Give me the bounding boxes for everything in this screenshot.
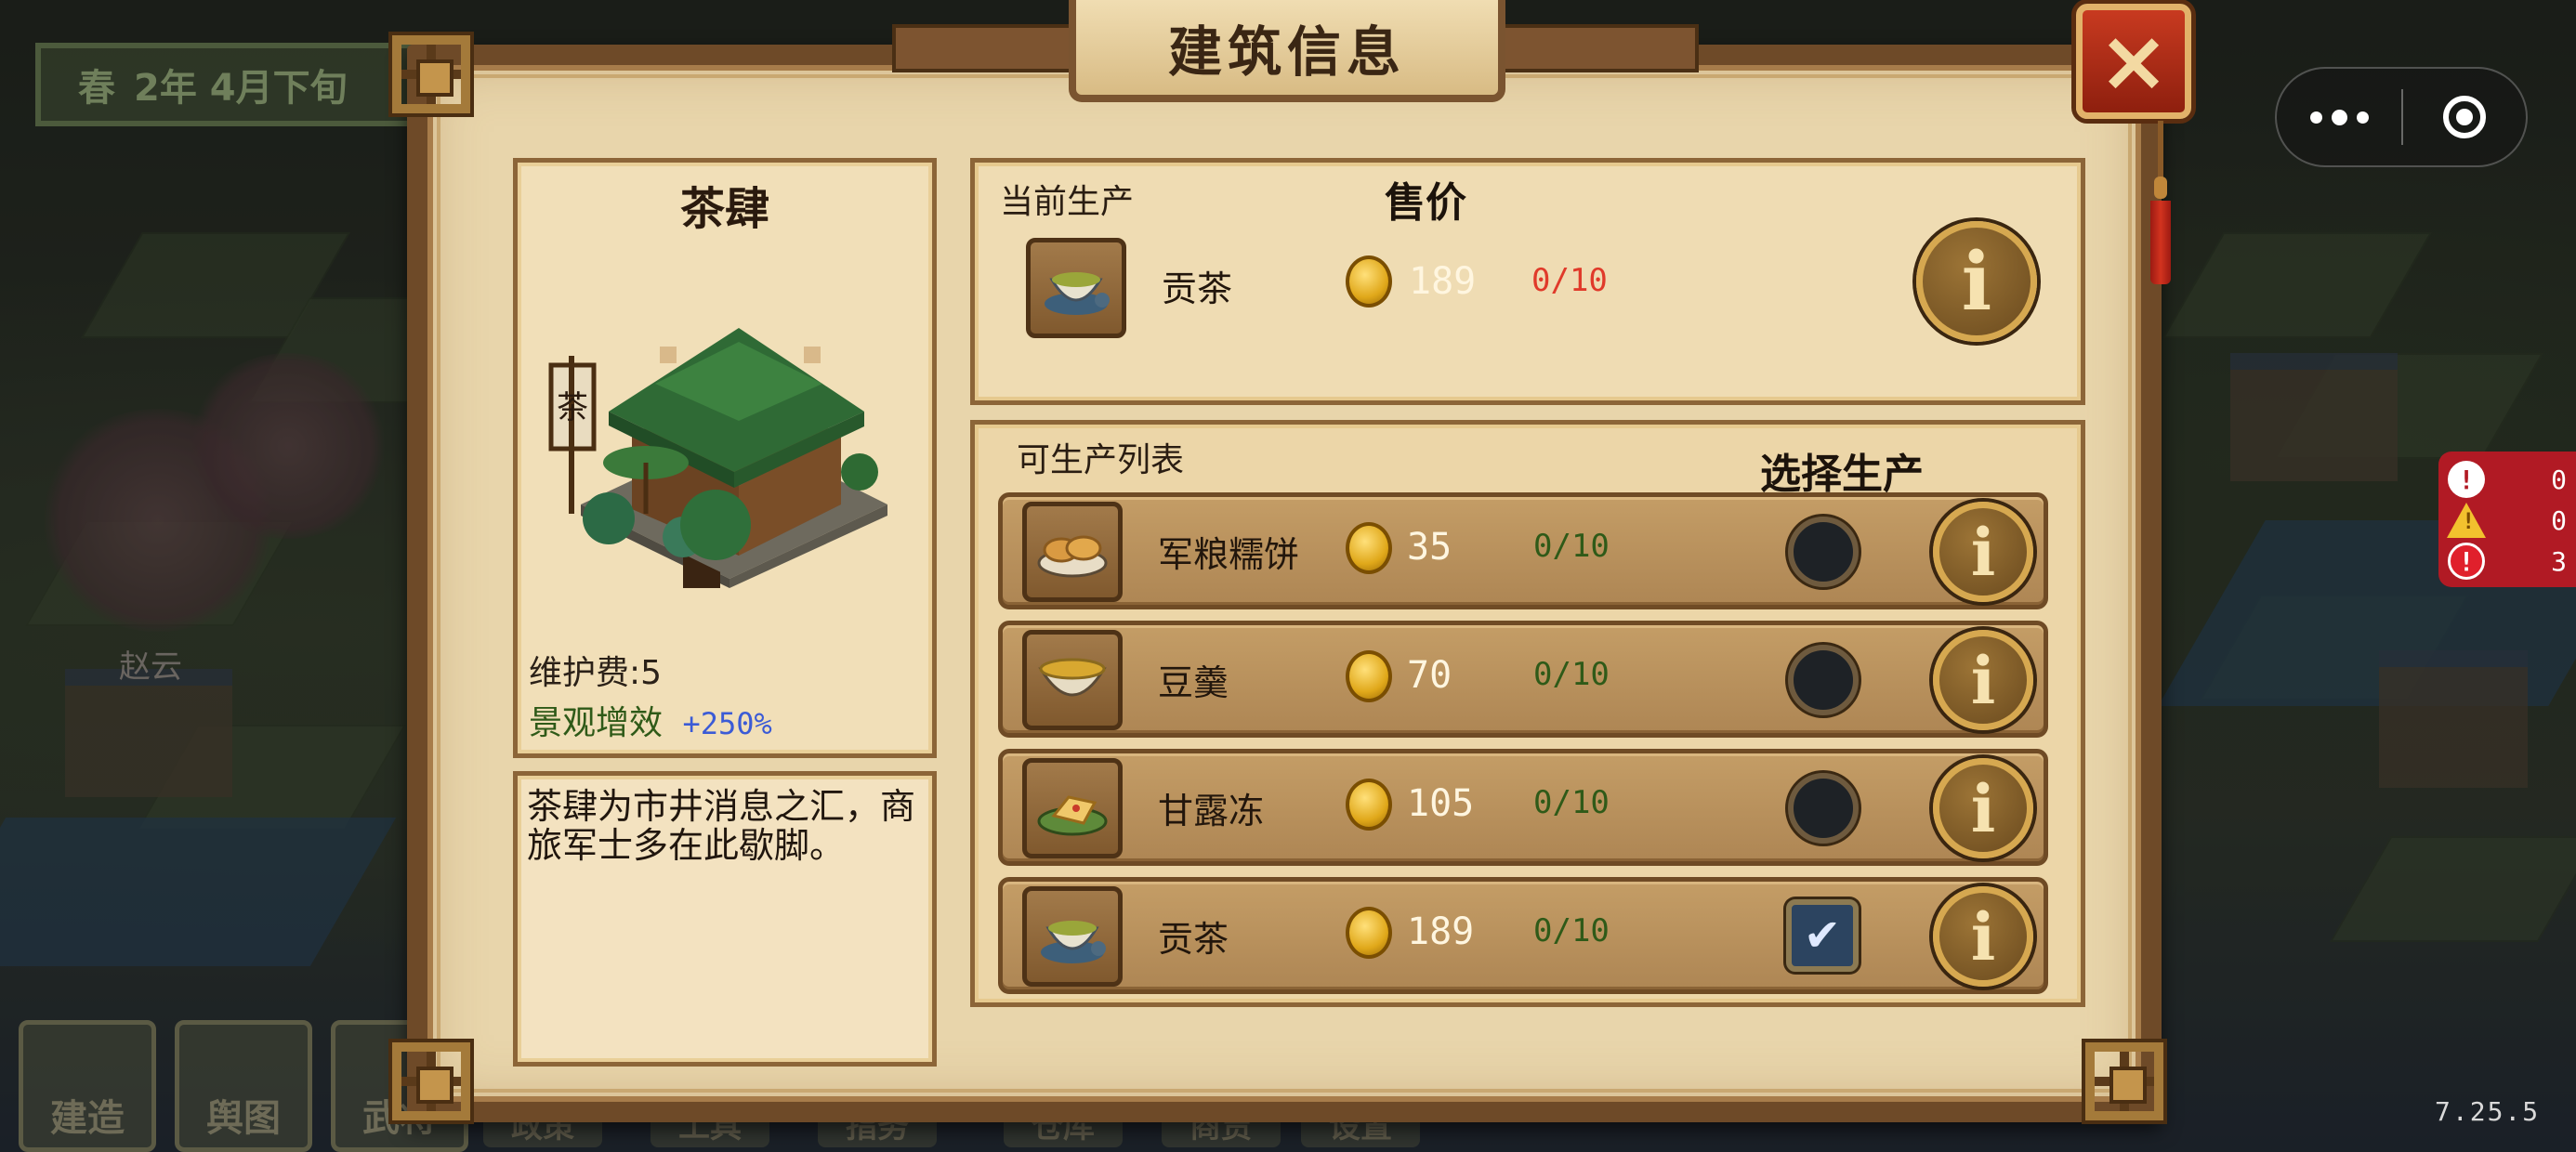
current-item-name: 贡茶: [1162, 268, 1233, 309]
coin-icon: [1346, 907, 1392, 959]
error-count-row: ! 3: [2448, 541, 2567, 582]
info-icon: i: [1970, 513, 1996, 591]
production-row: [998, 749, 2048, 866]
current-item-info-button[interactable]: i: [1916, 221, 2037, 342]
item-info-button[interactable]: i: [1933, 758, 2033, 858]
warn-count: 0: [2551, 504, 2567, 536]
build-button[interactable]: 建造: [19, 1020, 156, 1152]
item-info-button[interactable]: i: [1933, 886, 2033, 987]
item-name: 军粮糯饼: [1158, 534, 1300, 575]
sweet-jelly-graphic: [1037, 795, 1108, 836]
version-label: 7.25.5: [2435, 1096, 2541, 1127]
dialog-title: 建筑信息: [1069, 0, 1505, 102]
corner-knot-ornament: [2069, 1026, 2180, 1137]
building-sign-text: 茶: [557, 389, 588, 426]
date-label: 2年 4月下旬: [134, 67, 348, 110]
item-price: 35: [1407, 526, 1452, 569]
coin-icon: [1346, 779, 1392, 831]
item-name: 豆羹: [1158, 662, 1229, 703]
selected-production-checkbox[interactable]: ✔: [1786, 899, 1859, 972]
building-description: 茶肆为市井消息之汇，商旅军士多在此歇脚。: [513, 771, 937, 1067]
more-dots-icon-right: [2356, 111, 2369, 124]
error-icon: !: [2448, 543, 2485, 580]
miniprogram-capsule: [2275, 67, 2528, 167]
info-count: 0: [2551, 464, 2567, 495]
exit-miniprogram-button[interactable]: [2403, 69, 2526, 165]
info-icon: i: [1970, 641, 1996, 719]
scenic-bonus-value: +250%: [682, 706, 772, 741]
coin-icon: [1346, 522, 1392, 574]
teahouse-building-image: 茶: [548, 328, 887, 588]
price-header: 售价: [1385, 179, 1466, 227]
current-item-quantity: 0/10: [1531, 262, 1608, 299]
upkeep-label: 维护费:5: [529, 654, 663, 692]
current-production-label: 当前生产: [1000, 183, 1135, 221]
building-name: 茶肆: [679, 183, 769, 235]
select-production-radio[interactable]: [1788, 517, 1859, 587]
bean-soup-graphic: [1038, 658, 1107, 697]
scenic-bonus: 景观增效 +250%: [529, 696, 772, 744]
target-circle-icon: [2442, 96, 2486, 138]
item-name: 甘露冻: [1158, 791, 1265, 831]
info-icon: i: [1961, 234, 1992, 329]
item-name: 贡茶: [1158, 919, 1229, 960]
tribute-tea-icon: [1022, 886, 1123, 987]
tassel-fringe: [2150, 201, 2171, 284]
tassel-bead: [2154, 177, 2167, 199]
more-options-button[interactable]: [2277, 69, 2401, 165]
coin-icon: [1346, 255, 1392, 308]
more-dots-icon: [2309, 111, 2322, 124]
item-quantity: 0/10: [1533, 528, 1610, 565]
select-production-header: 选择生产: [1760, 451, 1924, 498]
production-row: [998, 621, 2048, 738]
warning-icon-wrap: !: [2447, 502, 2486, 539]
map-button[interactable]: 舆图: [175, 1020, 312, 1152]
item-info-button[interactable]: i: [1933, 630, 2033, 730]
tassel-ornament: [2150, 121, 2171, 288]
item-price: 105: [1407, 782, 1475, 825]
sweet-jelly-icon: [1022, 758, 1123, 858]
tribute-tea-graphic: [1041, 921, 1106, 963]
info-icon: i: [1970, 897, 1996, 975]
item-quantity: 0/10: [1533, 656, 1610, 693]
build-button-label: 建造: [50, 1097, 125, 1140]
select-production-radio[interactable]: [1788, 645, 1859, 715]
coin-icon: [1346, 650, 1392, 702]
close-icon: ×: [2097, 11, 2170, 111]
current-item-price: 189: [1409, 260, 1477, 303]
debug-error-counter[interactable]: ! 0 ! 0 ! 3: [2438, 452, 2576, 587]
select-production-radio[interactable]: [1788, 773, 1859, 844]
tribute-tea-graphic: [1045, 272, 1110, 315]
warn-count-row: ! 0: [2447, 500, 2567, 541]
info-icon: !: [2448, 461, 2485, 498]
producible-list-label: 可生产列表: [1017, 441, 1185, 479]
warning-icon: !: [2447, 503, 2486, 538]
item-price: 189: [1407, 910, 1475, 953]
item-info-button[interactable]: i: [1933, 502, 2033, 602]
military-cake-graphic: [1037, 535, 1108, 578]
close-button[interactable]: ×: [2076, 4, 2191, 119]
npc-name-label: 赵云: [119, 648, 182, 686]
building-card: 茶肆 茶 维护费:5 景观增效 +250%: [513, 158, 937, 758]
more-dots-icon-center: [2331, 109, 2347, 125]
target-dot: [2455, 109, 2473, 125]
corner-knot-ornament: [375, 19, 487, 130]
bean-soup-icon: [1022, 630, 1123, 730]
info-icon: i: [1970, 769, 1996, 847]
corner-knot-ornament: [375, 1026, 487, 1137]
info-count-row: ! 0: [2448, 459, 2567, 500]
military-cake-icon: [1022, 502, 1123, 602]
production-row: [998, 492, 2048, 609]
tribute-tea-icon: [1026, 238, 1126, 338]
item-quantity: 0/10: [1533, 784, 1610, 821]
season-label: 春: [78, 67, 115, 110]
checkmark-icon: ✔: [1803, 910, 1842, 962]
production-row: [998, 877, 2048, 994]
map-button-label: 舆图: [206, 1097, 281, 1140]
item-quantity: 0/10: [1533, 912, 1610, 949]
scenic-bonus-label: 景观增效: [529, 704, 664, 742]
error-count: 3: [2551, 545, 2567, 577]
item-price: 70: [1407, 654, 1452, 697]
